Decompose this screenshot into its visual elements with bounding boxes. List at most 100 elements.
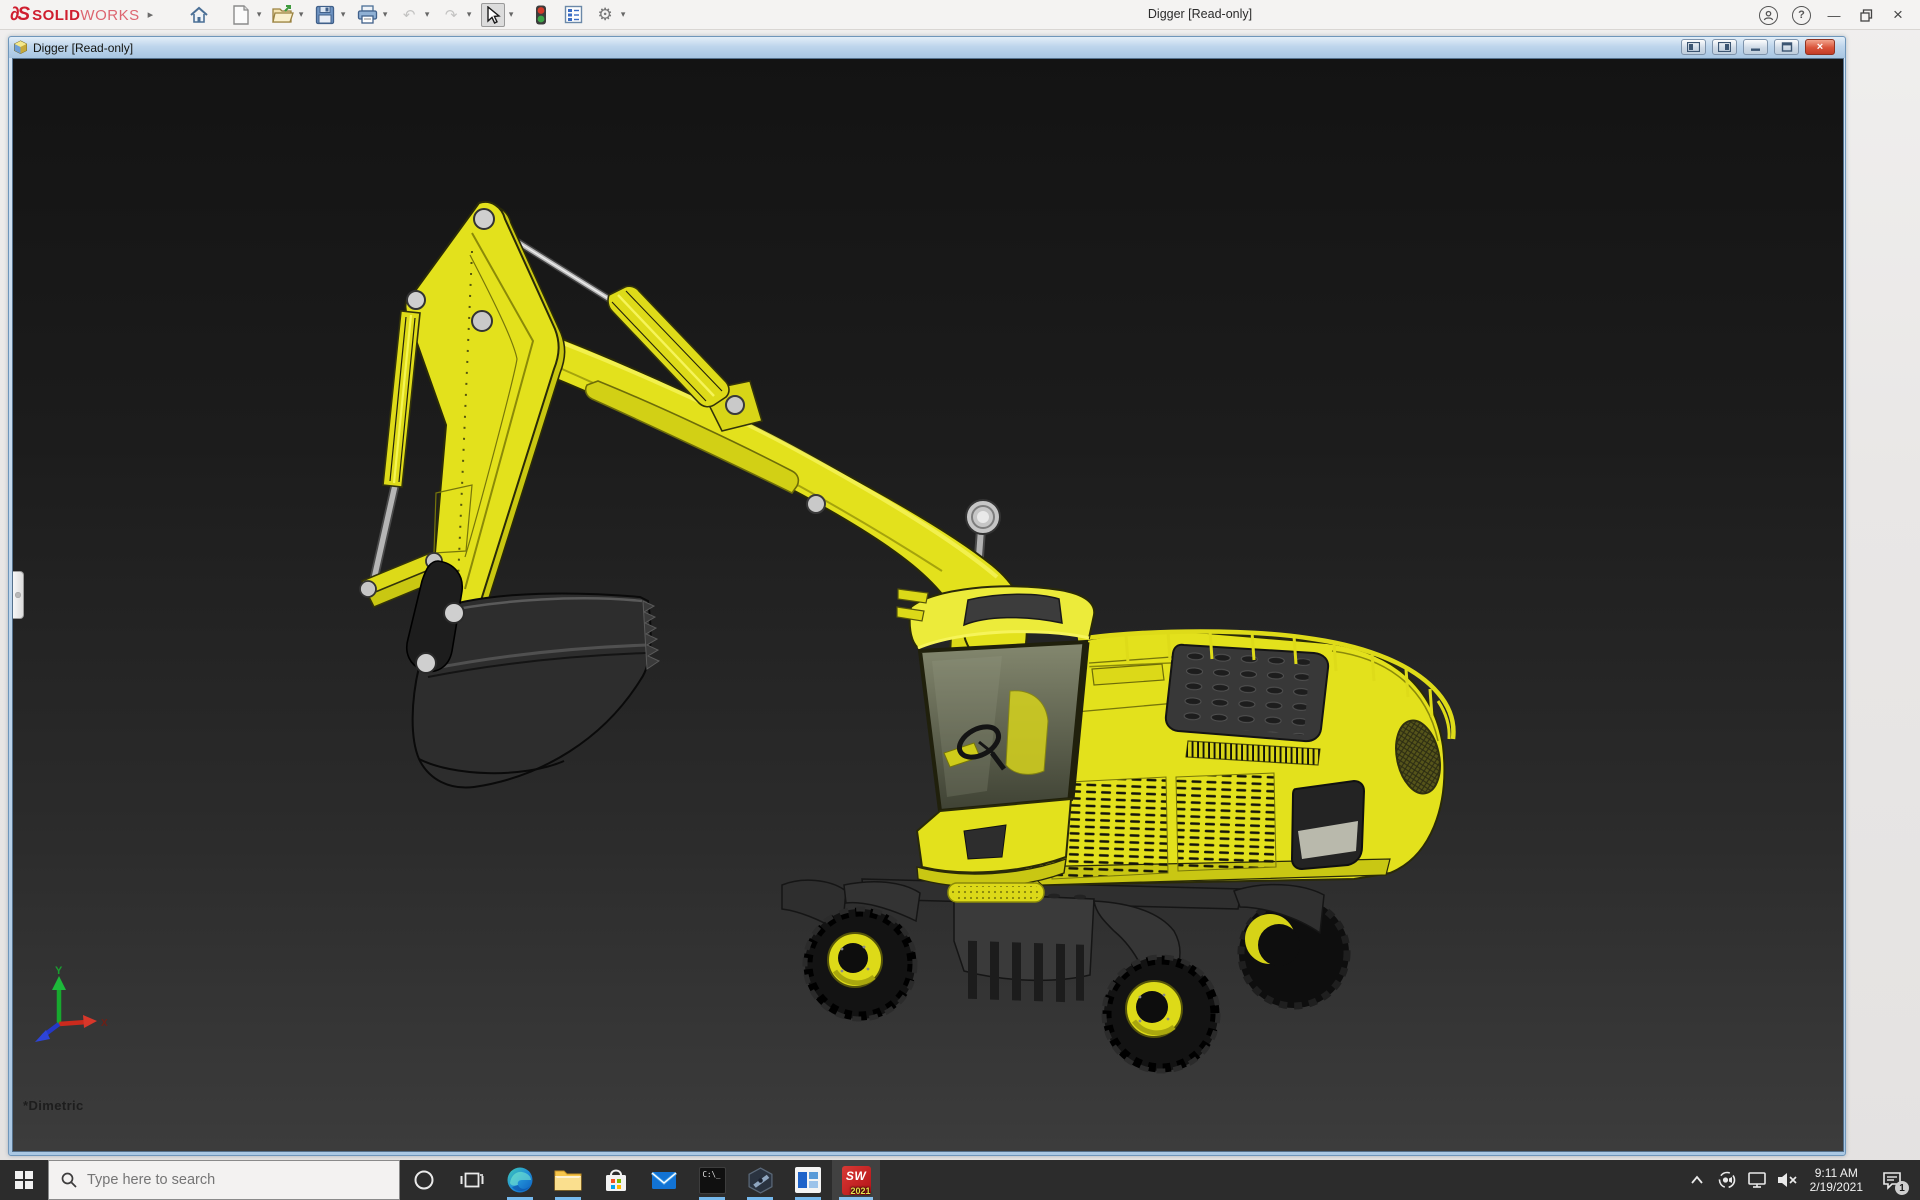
document-minimize-button[interactable] bbox=[1743, 39, 1768, 55]
hexagon-app-icon bbox=[747, 1167, 774, 1194]
app-restore-button[interactable] bbox=[1850, 0, 1882, 30]
taskbar-app-edge[interactable] bbox=[496, 1160, 544, 1200]
options-dropdown[interactable]: ▾ bbox=[617, 9, 629, 20]
store-icon bbox=[603, 1167, 629, 1193]
app-minimize-button[interactable]: — bbox=[1818, 0, 1850, 30]
edge-icon bbox=[506, 1166, 534, 1194]
print-icon bbox=[357, 5, 378, 25]
task-view-icon bbox=[460, 1169, 484, 1191]
rebuild-button[interactable] bbox=[529, 3, 553, 27]
start-button[interactable] bbox=[0, 1160, 48, 1200]
document-restore-icon bbox=[1781, 42, 1793, 52]
tray-chevron-up[interactable] bbox=[1682, 1160, 1712, 1200]
taskbar-app-solidworks[interactable]: SW 2021 bbox=[832, 1160, 880, 1200]
toolbar-flyout-arrow[interactable]: ▸ bbox=[148, 8, 154, 21]
account-button[interactable] bbox=[1759, 6, 1778, 25]
file-explorer-icon bbox=[554, 1168, 582, 1192]
excavator-model[interactable] bbox=[13, 59, 1844, 1152]
save-button[interactable] bbox=[313, 3, 337, 27]
open-folder-icon bbox=[272, 5, 294, 25]
wheel-rear-left[interactable] bbox=[1104, 957, 1218, 1071]
taskbar-app-mail[interactable] bbox=[640, 1160, 688, 1200]
triad-y-label: Y bbox=[55, 965, 63, 977]
windows-logo-icon bbox=[15, 1171, 33, 1189]
taskbar-app-command-prompt[interactable]: C:\_ bbox=[688, 1160, 736, 1200]
app-close-button[interactable]: × bbox=[1882, 0, 1914, 30]
account-icon bbox=[1763, 10, 1774, 21]
task-view-button[interactable] bbox=[448, 1160, 496, 1200]
taskbar-search[interactable] bbox=[48, 1160, 400, 1200]
viewport-3d[interactable]: Y X *Dimetric bbox=[12, 58, 1844, 1152]
undo-button[interactable]: ↶ bbox=[397, 3, 421, 27]
select-button[interactable] bbox=[481, 3, 505, 27]
app-window-controls: ? — × bbox=[1752, 0, 1914, 30]
split-left-button[interactable] bbox=[1681, 39, 1706, 55]
new-document-icon bbox=[232, 5, 250, 25]
search-icon bbox=[61, 1172, 77, 1188]
cab[interactable] bbox=[897, 586, 1094, 902]
rebuild-stoplight-icon bbox=[535, 5, 547, 25]
panel-collapse-tab[interactable] bbox=[12, 571, 24, 619]
select-dropdown[interactable]: ▾ bbox=[505, 9, 517, 20]
tray-clock[interactable]: 9:11 AM 2/19/2021 bbox=[1802, 1166, 1871, 1194]
taskbar-app-hexagon[interactable] bbox=[736, 1160, 784, 1200]
document-title: Digger [Read-only] bbox=[33, 41, 133, 55]
tray-time: 9:11 AM bbox=[1810, 1166, 1863, 1180]
command-prompt-icon: C:\_ bbox=[699, 1167, 726, 1194]
app-title: Digger [Read-only] bbox=[1148, 7, 1252, 21]
action-center-button[interactable]: 1 bbox=[1871, 1160, 1913, 1200]
volume-muted-icon bbox=[1776, 1171, 1798, 1189]
restore-icon bbox=[1860, 9, 1873, 22]
app-titlebar: ∂S SOLIDWORKS ▸ . ▾ ▾ bbox=[0, 0, 1920, 30]
split-left-icon bbox=[1687, 42, 1700, 52]
split-right-button[interactable] bbox=[1712, 39, 1737, 55]
tray-volume-muted[interactable] bbox=[1772, 1160, 1802, 1200]
print-button[interactable] bbox=[355, 3, 379, 27]
document-window: Digger [Read-only] bbox=[8, 36, 1846, 1156]
solidworks-logo: ∂S SOLIDWORKS bbox=[10, 4, 140, 26]
orientation-triad: Y X bbox=[15, 964, 115, 1056]
meet-now-icon bbox=[1717, 1170, 1737, 1190]
file-properties-button[interactable] bbox=[561, 3, 585, 27]
document-window-controls: × bbox=[1681, 39, 1835, 55]
cortana-icon bbox=[413, 1169, 435, 1191]
undo-dropdown[interactable]: ▾ bbox=[421, 9, 433, 20]
body-house[interactable] bbox=[1023, 631, 1453, 885]
search-input[interactable] bbox=[87, 1172, 367, 1188]
new-document-button[interactable] bbox=[229, 3, 253, 27]
help-button[interactable]: ? bbox=[1792, 6, 1811, 25]
open-button[interactable] bbox=[271, 3, 295, 27]
solidworks-app-icon: SW 2021 bbox=[842, 1166, 871, 1195]
home-button[interactable] bbox=[187, 3, 211, 27]
quick-access-toolbar: . ▾ ▾ ▾ bbox=[187, 3, 635, 27]
options-button[interactable]: ⚙ bbox=[593, 3, 617, 27]
save-dropdown[interactable]: ▾ bbox=[337, 9, 349, 20]
tray-date: 2/19/2021 bbox=[1810, 1180, 1863, 1194]
network-icon bbox=[1747, 1171, 1767, 1189]
file-properties-icon bbox=[564, 5, 583, 24]
document-close-button[interactable]: × bbox=[1805, 39, 1835, 55]
taskbar-app-store[interactable] bbox=[592, 1160, 640, 1200]
wheel-front-left[interactable] bbox=[805, 909, 915, 1019]
solidworks-logo-mark: ∂S bbox=[10, 4, 28, 26]
open-dropdown[interactable]: ▾ bbox=[295, 9, 307, 20]
taskbar-app-blue-panel[interactable] bbox=[784, 1160, 832, 1200]
document-minimize-icon bbox=[1750, 42, 1762, 52]
split-right-icon bbox=[1718, 42, 1731, 52]
taskbar-app-file-explorer[interactable] bbox=[544, 1160, 592, 1200]
new-document-dropdown[interactable]: ▾ bbox=[253, 9, 265, 20]
tray-network[interactable] bbox=[1742, 1160, 1772, 1200]
tray-meet-now[interactable] bbox=[1712, 1160, 1742, 1200]
view-orientation-label: *Dimetric bbox=[23, 1098, 84, 1113]
redo-button[interactable]: ↷ bbox=[439, 3, 463, 27]
document-titlebar[interactable]: Digger [Read-only] bbox=[9, 37, 1845, 58]
print-dropdown[interactable]: ▾ bbox=[379, 9, 391, 20]
taskbar: C:\_ SW 2021 bbox=[0, 1160, 1920, 1200]
help-icon: ? bbox=[1798, 9, 1805, 21]
arm-cylinder[interactable] bbox=[374, 311, 420, 579]
cortana-button[interactable] bbox=[400, 1160, 448, 1200]
redo-dropdown[interactable]: ▾ bbox=[463, 9, 475, 20]
blue-panel-app-icon bbox=[795, 1167, 821, 1193]
home-icon bbox=[189, 5, 209, 25]
document-restore-button[interactable] bbox=[1774, 39, 1799, 55]
